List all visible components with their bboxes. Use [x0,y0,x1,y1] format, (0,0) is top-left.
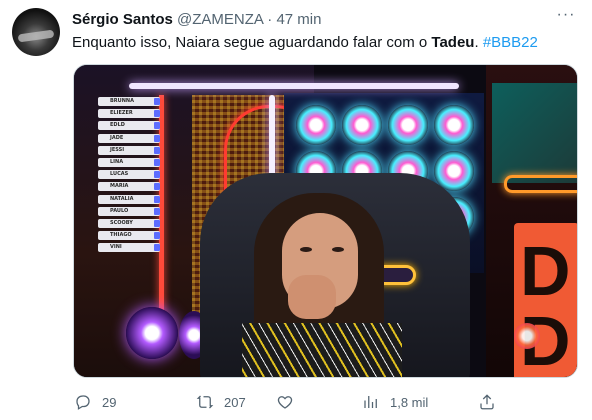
nameplate: BRUNNA [98,97,160,106]
reply-button[interactable]: 29 [74,390,116,414]
nameplate: EDLD [98,121,160,131]
tweet-text-bold: Tadeu [431,34,475,51]
tweet-text: Enquanto isso, Naiara segue aguardando f… [72,33,538,53]
scene-person-eye [332,247,344,252]
views-count: 1,8 mil [390,394,429,410]
tweet-text-part: Enquanto isso, Naiara segue aguardando f… [72,34,432,51]
views-button[interactable]: 1,8 mil [362,390,428,414]
separator-dot: · [267,11,273,28]
nameplate: NATALIA [98,194,160,204]
author-handle[interactable]: @ZAMENZA [177,11,263,28]
scene-light-ring [296,105,336,145]
nameplate: JESSI [98,145,160,155]
nameplate: VINI [98,243,160,253]
retweet-count: 207 [224,394,246,410]
scene-light-ring [434,105,474,145]
tweet-media-image[interactable]: DD BRUNNA ELIEZER EDLD JADE JESSI LINA L… [73,64,578,378]
scene-light-ring [388,105,428,145]
avatar-image [17,29,55,43]
reply-icon [76,395,90,410]
nameplate: ELIEZER [98,109,160,119]
scene-person-shirt [242,323,402,377]
scene-orange-neon [504,175,577,193]
tweet-header: Sérgio Santos @ZAMENZA · 47 min [72,11,321,28]
author-name[interactable]: Sérgio Santos [72,11,173,28]
views-icon [364,396,377,408]
big-letter-top: D [520,232,571,310]
nameplate: PAULO [98,206,160,216]
nameplate: MARIA [98,182,160,192]
globoplay-logo [514,323,540,349]
retweet-button[interactable]: 207 [196,390,246,414]
reply-count: 29 [102,394,117,410]
hashtag-link[interactable]: #BBB22 [483,34,538,51]
scene-neon-top [129,83,459,89]
scene-person-eye [300,247,312,252]
scene-purple-ring [126,307,178,359]
share-icon [480,394,494,410]
tweet-text-part: . [474,34,483,51]
retweet-icon [196,395,214,409]
share-button[interactable] [478,390,496,414]
nameplate: SCOOBY [98,218,160,228]
nameplate: LINA [98,157,160,167]
nameplate: JADE [98,133,160,143]
scene-person-hand [288,275,336,319]
scene-big-letter: DD [514,223,577,377]
nameplate-list: BRUNNA ELIEZER EDLD JADE JESSI LINA LUCA… [98,97,160,255]
author-avatar[interactable] [12,8,60,56]
scene-teal-panel [492,83,577,183]
more-options-icon[interactable]: ··· [556,7,576,28]
nameplate: THIAGO [98,231,160,241]
tweet-action-bar: 29 207 1,8 mil [72,390,572,414]
like-button[interactable] [276,390,294,414]
scene-light-ring [342,105,382,145]
heart-icon [277,396,293,409]
nameplate: LUCAS [98,170,160,180]
tweet-timestamp[interactable]: 47 min [276,11,321,28]
